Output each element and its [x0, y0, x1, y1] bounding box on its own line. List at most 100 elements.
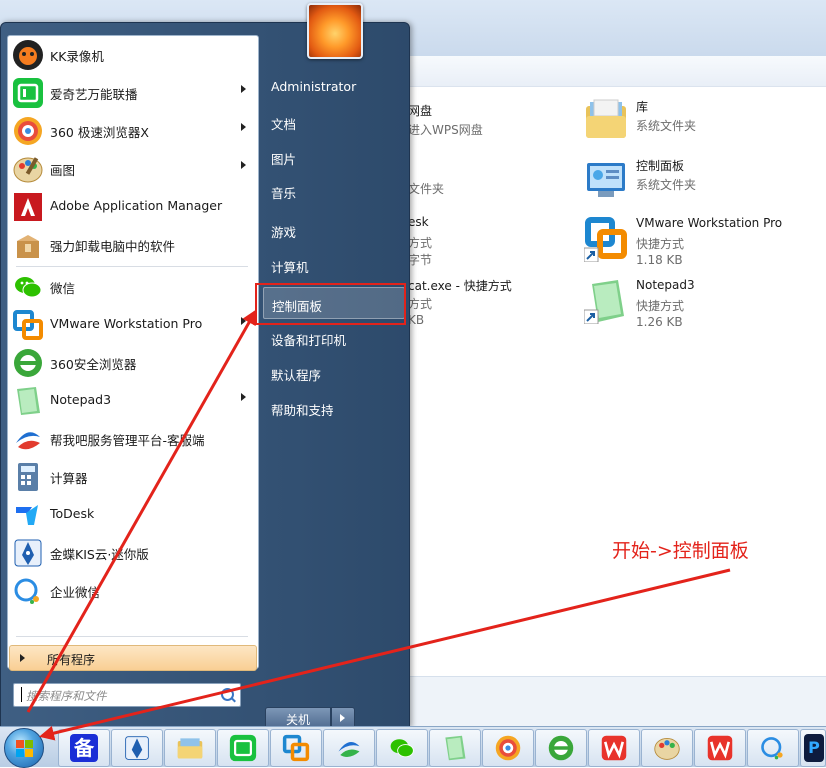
taskbar-button[interactable]: [588, 729, 640, 767]
program-label: 金蝶KIS云·迷你版: [50, 547, 149, 562]
program-label: 微信: [50, 281, 76, 296]
right-item-pictures[interactable]: 图片: [263, 141, 403, 171]
submenu-arrow-icon: [241, 123, 246, 131]
taskbar-button[interactable]: [164, 729, 216, 767]
right-item-computer[interactable]: 计算机: [263, 249, 403, 279]
taskbar-button[interactable]: P: [800, 729, 826, 767]
right-item-devices-printers[interactable]: 设备和打印机: [263, 322, 403, 352]
library-folder-icon: [586, 99, 626, 138]
program-item[interactable]: 计算器: [10, 458, 256, 494]
program-item[interactable]: 金蝶KIS云·迷你版: [10, 534, 256, 570]
item-name: 库: [636, 100, 649, 114]
windows-logo-icon: [25, 740, 33, 748]
vmware-shortcut-icon: [584, 217, 627, 262]
program-item[interactable]: 360安全浏览器: [10, 344, 256, 380]
wps-icon: [601, 735, 627, 761]
bangwoba-icon: [338, 742, 360, 757]
taskbar-button[interactable]: [270, 729, 322, 767]
kingdee-icon: [14, 539, 42, 567]
taskbar-button[interactable]: [323, 729, 375, 767]
right-item-default-programs[interactable]: 默认程序: [263, 357, 403, 387]
right-item-label: 音乐: [271, 186, 297, 201]
partial-text: 进入WPS网盘: [408, 123, 483, 137]
right-item-label: 游戏: [271, 225, 297, 240]
vmware-icon: [13, 310, 43, 340]
wechat-icon: [390, 739, 414, 758]
program-item[interactable]: ToDesk: [10, 496, 256, 532]
program-label: 强力卸载电脑中的软件: [50, 239, 176, 254]
program-list: KK录像机 爱奇艺万能联播 360 极速浏览器X 画图 Adobe Applic…: [7, 35, 259, 669]
text-caret: [21, 687, 22, 702]
item-name: VMware Workstation Pro: [636, 216, 783, 230]
adobe-icon: [14, 193, 42, 221]
360-safe-browser-icon: [548, 735, 574, 761]
submenu-arrow-icon: [241, 161, 246, 169]
right-item-music[interactable]: 音乐: [263, 175, 403, 205]
expand-arrow-icon: [20, 654, 25, 662]
taskbar-button[interactable]: [429, 729, 481, 767]
program-item[interactable]: VMware Workstation Pro: [10, 306, 256, 342]
taskbar-button[interactable]: [376, 729, 428, 767]
taskbar: 备 P: [0, 726, 826, 768]
paint-icon: [13, 157, 43, 183]
right-item-label: 帮助和支持: [271, 403, 334, 418]
vmware-icon: [282, 734, 310, 762]
program-label: 画图: [50, 163, 76, 178]
right-item-games[interactable]: 游戏: [263, 214, 403, 244]
partial-text: 方式: [408, 297, 433, 311]
360-speed-browser-icon: [495, 735, 521, 761]
taskbar-button[interactable]: 备: [58, 729, 110, 767]
search-icon[interactable]: [221, 688, 234, 701]
submenu-arrow-icon: [241, 85, 246, 93]
explorer-toolbar: [400, 56, 826, 87]
program-item[interactable]: 强力卸载电脑中的软件: [10, 226, 256, 262]
file-explorer-icon: [177, 738, 203, 759]
program-label: 计算器: [50, 471, 88, 486]
explorer-item-control-panel[interactable]: 控制面板 系统文件夹: [584, 155, 814, 205]
program-item[interactable]: 帮我吧服务管理平台-客服端: [10, 420, 256, 456]
program-item[interactable]: Adobe Application Manager: [10, 188, 256, 224]
item-size: 1.26 KB: [636, 315, 683, 329]
right-item-user[interactable]: Administrator: [263, 71, 403, 101]
taskbar-button[interactable]: [747, 729, 799, 767]
program-item[interactable]: 画图: [10, 150, 256, 186]
program-label: ToDesk: [50, 506, 95, 521]
explorer-item-vmware[interactable]: VMware Workstation Pro 快捷方式 1.18 KB: [584, 214, 814, 268]
program-item[interactable]: 企业微信: [10, 572, 256, 608]
taskbar-button[interactable]: [694, 729, 746, 767]
separator: [16, 636, 248, 637]
right-item-label: 计算机: [271, 260, 309, 275]
taskbar-button[interactable]: [535, 729, 587, 767]
taskbar-button[interactable]: [111, 729, 163, 767]
bangwoba-icon: [16, 432, 40, 450]
explorer-item-notepad3[interactable]: Notepad3 快捷方式 1.26 KB: [584, 276, 814, 330]
iqiyi-cast-icon: [13, 78, 43, 108]
partial-text: cat.exe - 快捷方式: [408, 279, 512, 293]
item-name: Notepad3: [636, 278, 695, 292]
program-item[interactable]: Notepad3: [10, 382, 256, 418]
right-item-help-support[interactable]: 帮助和支持: [263, 392, 403, 422]
taskbar-button[interactable]: [641, 729, 693, 767]
explorer-item-library[interactable]: 库 系统文件夹: [584, 96, 814, 146]
right-item-documents[interactable]: 文档: [263, 106, 403, 136]
right-item-label: Administrator: [271, 79, 357, 94]
highlight-box: [255, 283, 406, 325]
program-label: 爱奇艺万能联播: [50, 87, 138, 102]
kingdee-icon: [125, 736, 149, 760]
taskbar-button[interactable]: [482, 729, 534, 767]
submenu-arrow-icon: [241, 317, 246, 325]
iqiyi-cast-icon: [229, 734, 257, 762]
all-programs-button[interactable]: 所有程序: [9, 645, 257, 671]
start-button[interactable]: [4, 728, 44, 768]
search-input[interactable]: 搜索程序和文件: [13, 683, 241, 707]
program-item[interactable]: 爱奇艺万能联播: [10, 74, 256, 110]
user-avatar[interactable]: [307, 3, 363, 59]
program-item[interactable]: KK录像机: [10, 36, 256, 72]
taskbar-button[interactable]: [217, 729, 269, 767]
right-item-label: 设备和打印机: [271, 333, 347, 348]
item-type: 快捷方式: [636, 237, 685, 251]
wecom-icon: [14, 578, 39, 604]
program-item[interactable]: 微信: [10, 268, 256, 304]
program-item[interactable]: 360 极速浏览器X: [10, 112, 256, 148]
kk-recorder-icon: [13, 40, 43, 70]
